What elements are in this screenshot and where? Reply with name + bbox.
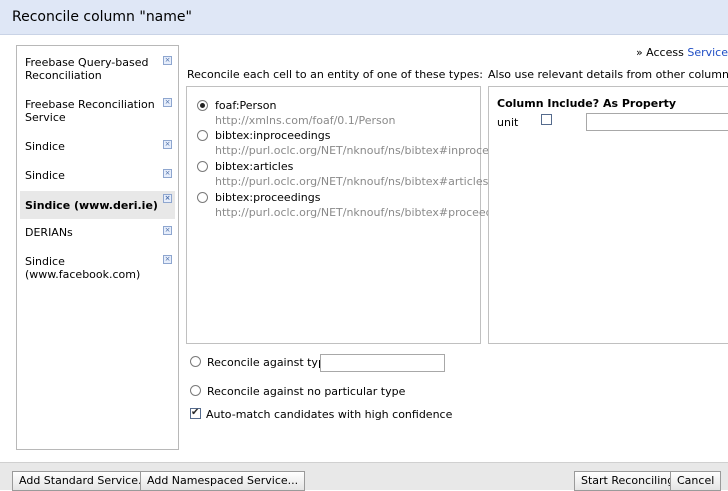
service-item-sindice-deri[interactable]: Sindice (www.deri.ie) × [20,191,175,219]
dialog-title: Reconcile column "name" [12,9,192,25]
type-url: http://xmlns.com/foaf/0.1/Person [215,114,396,127]
type-name: bibtex:articles [215,160,294,173]
columns-table: Column Include? As Property unit [488,86,728,344]
remove-service-icon[interactable]: × [163,194,172,203]
type-url: http://purl.oclc.org/NET/nknouf/ns/bibte… [215,144,526,157]
against-type-input[interactable] [320,354,445,372]
dialog-titlebar: Reconcile column "name" [0,0,728,35]
type-name: foaf:Person [215,99,277,112]
add-namespaced-service-button[interactable]: Add Namespaced Service... [140,471,306,491]
auto-match-checkbox[interactable] [190,407,201,419]
no-type-label: Reconcile against no particular type [207,385,406,398]
service-list: Freebase Query-based Reconciliation × Fr… [16,45,179,450]
service-item-label: Freebase Query-based Reconciliation [25,56,149,82]
types-section-label: Reconcile each cell to an entity of one … [187,68,483,81]
service-item-freebase-query[interactable]: Freebase Query-based Reconciliation × [20,56,175,82]
cancel-button[interactable]: Cancel [670,471,722,491]
start-reconciling-button[interactable]: Start Reconciling [574,471,682,491]
service-item-label: Sindice (www.facebook.com) [25,255,141,281]
access-service-label[interactable]: Service [687,46,728,59]
access-prefix: » Access [635,46,684,59]
type-url: http://purl.oclc.org/NET/nknouf/ns/bibte… [215,206,516,219]
columns-section-label: Also use relevant details from other col… [488,68,728,81]
remove-service-icon[interactable]: × [163,255,172,264]
type-url: http://purl.oclc.org/NET/nknouf/ns/bibte… [215,175,489,188]
property-input[interactable] [586,113,728,131]
type-radio[interactable] [197,100,208,111]
remove-service-icon[interactable]: × [163,98,172,107]
remove-service-icon[interactable]: × [163,169,172,178]
column-name: unit [497,116,519,129]
against-type-radio[interactable] [190,356,201,367]
type-radio[interactable] [197,161,208,172]
service-item-sindice-facebook[interactable]: Sindice (www.facebook.com) × [20,255,175,281]
no-type-radio[interactable] [190,385,201,396]
remove-service-icon[interactable]: × [163,226,172,235]
against-type-label: Reconcile against type: [207,356,336,369]
add-standard-service-button[interactable]: Add Standard Service... [12,471,156,491]
service-item-sindice-1[interactable]: Sindice × [20,140,175,153]
service-item-label: Sindice (www.deri.ie) [25,199,158,212]
include-checkbox[interactable] [541,114,552,125]
dialog-footer: Add Standard Service... Add Namespaced S… [0,462,728,491]
service-item-label: Sindice [25,140,65,153]
service-item-freebase-reconciliation[interactable]: Freebase Reconciliation Service × [20,98,175,124]
remove-service-icon[interactable]: × [163,140,172,149]
type-radio[interactable] [197,192,208,203]
auto-match-label: Auto-match candidates with high confiden… [206,408,453,421]
remove-service-icon[interactable]: × [163,56,172,65]
types-list: foaf:Person http://xmlns.com/foaf/0.1/Pe… [186,86,525,344]
service-item-label: DERIANs [25,226,73,239]
service-item-label: Sindice [25,169,65,182]
type-radio[interactable] [197,130,208,141]
columns-table-header: Column Include? As Property [497,97,677,110]
type-name: bibtex:proceedings [215,191,321,204]
service-item-sindice-2[interactable]: Sindice × [20,169,175,182]
service-item-derians[interactable]: DERIANs × [20,226,175,239]
access-service-link[interactable]: » Access Service [636,46,728,59]
service-item-label: Freebase Reconciliation Service [25,98,155,124]
type-name: bibtex:inproceedings [215,129,331,142]
